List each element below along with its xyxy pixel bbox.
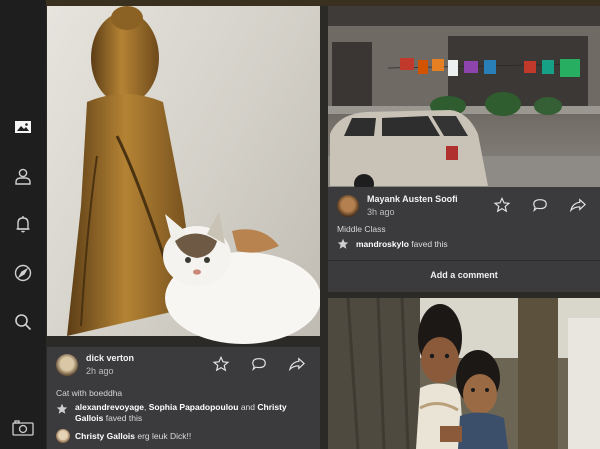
camera-icon[interactable] — [11, 417, 35, 439]
sidebar — [0, 0, 46, 449]
avatar[interactable] — [337, 195, 359, 217]
faved-suffix-text: faved this — [103, 413, 143, 423]
explore-compass-icon[interactable] — [12, 262, 34, 284]
add-comment-button[interactable]: Add a comment — [328, 261, 600, 289]
faved-by-text: mandroskylo faved this — [356, 239, 586, 250]
share-arrow-icon[interactable] — [287, 355, 307, 373]
photo-caption: Middle Class — [337, 224, 386, 234]
faved-user-link[interactable]: Sophia Papadopoulou — [149, 402, 239, 412]
faved-user-link[interactable]: mandroskylo — [356, 239, 409, 249]
comment-text: erg leuk Dick!! — [135, 431, 192, 441]
faved-star-icon — [56, 403, 68, 414]
notifications-bell-icon[interactable] — [12, 213, 34, 235]
photo-card-3 — [328, 298, 600, 449]
comment-bubble-icon[interactable] — [530, 196, 550, 214]
comment-line: Christy Gallois erg leuk Dick!! — [75, 431, 315, 442]
card-meta: Mayank Austen Soofi 3h ago Middle Class … — [328, 187, 600, 292]
comment-avatar[interactable] — [56, 429, 70, 443]
share-arrow-icon[interactable] — [568, 196, 588, 214]
favorite-star-icon[interactable] — [211, 355, 231, 373]
card-timestamp: 2h ago — [86, 366, 114, 376]
card-username[interactable]: dick verton — [86, 353, 134, 363]
photo-card-2: Mayank Austen Soofi 3h ago Middle Class … — [328, 6, 600, 292]
photo-buddha-cat[interactable] — [47, 6, 320, 347]
faved-star-icon — [337, 238, 349, 249]
faved-suffix-text: faved this — [408, 239, 448, 249]
card-username[interactable]: Mayank Austen Soofi — [367, 194, 458, 204]
photo-children[interactable] — [328, 298, 600, 449]
avatar[interactable] — [56, 354, 78, 376]
comment-user-link[interactable]: Christy Gallois — [75, 431, 135, 441]
favorite-star-icon[interactable] — [492, 196, 512, 214]
photos-icon[interactable] — [12, 116, 34, 138]
faved-and-text: and — [238, 402, 258, 412]
photo-middle-class[interactable] — [328, 6, 600, 194]
card-meta: dick verton 2h ago Cat with boeddha alex… — [47, 347, 320, 449]
photo-card-1: dick verton 2h ago Cat with boeddha alex… — [47, 6, 320, 449]
profile-icon[interactable] — [12, 165, 34, 187]
faved-by-text: alexandrevoyage, Sophia Papadopoulou and… — [75, 402, 315, 424]
card-timestamp: 3h ago — [367, 207, 395, 217]
search-icon[interactable] — [12, 311, 34, 333]
comment-bubble-icon[interactable] — [249, 355, 269, 373]
photo-caption: Cat with boeddha — [56, 388, 123, 398]
faved-user-link[interactable]: alexandrevoyage — [75, 402, 144, 412]
